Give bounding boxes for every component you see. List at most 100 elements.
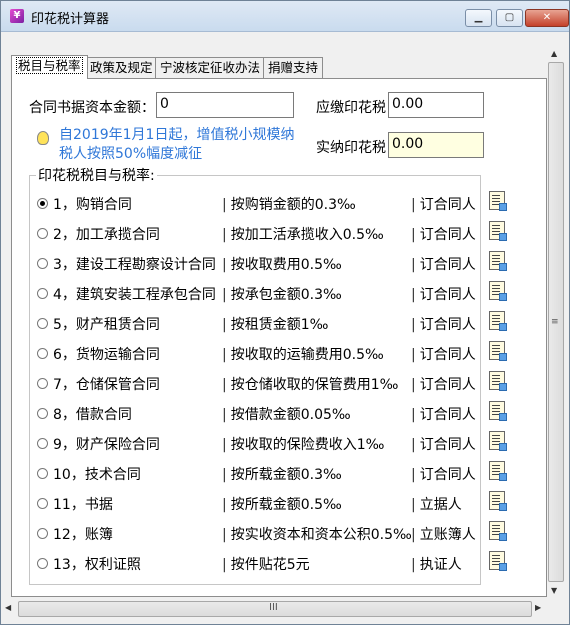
horizontal-scroll-thumb[interactable]: III bbox=[18, 601, 532, 617]
payable-field[interactable]: 0.00 bbox=[388, 92, 484, 118]
document-icon[interactable] bbox=[489, 221, 507, 241]
actual-label: 实纳印花税 bbox=[316, 140, 386, 156]
document-icon[interactable] bbox=[489, 251, 507, 271]
rate-radio[interactable] bbox=[37, 468, 48, 479]
rate-row[interactable]: 3，建设工程勘察设计合同按收取费用0.5‰ 订合同人 bbox=[37, 251, 512, 274]
app-window: ¥ 印花税计算器 ▁ ▢ ✕ 税目与税率 政策及规定 宁波核定征收办法 捐赠支持… bbox=[0, 0, 570, 625]
tab-rates[interactable]: 税目与税率 bbox=[11, 55, 88, 79]
rate-basis: 按加工活承揽收入0.5‰ bbox=[222, 224, 384, 244]
rate-radio[interactable] bbox=[37, 498, 48, 509]
rate-radio[interactable] bbox=[37, 438, 48, 449]
payable-label: 应缴印花税 bbox=[316, 100, 386, 116]
rate-row[interactable]: 6，货物运输合同 按收取的运输费用0.5‰ 订合同人 bbox=[37, 341, 512, 364]
document-icon[interactable] bbox=[489, 191, 507, 211]
scroll-right-arrow[interactable]: ▶ bbox=[535, 603, 541, 612]
taxpayer-party: 订合同人 bbox=[411, 464, 476, 484]
document-icon[interactable] bbox=[489, 491, 507, 511]
rate-radio[interactable] bbox=[37, 558, 48, 569]
rate-row[interactable]: 13，权利证照 按件贴花5元 执证人 bbox=[37, 551, 512, 574]
rate-basis: 按所载金额0.5‰ bbox=[222, 494, 342, 514]
title-bar[interactable]: ¥ 印花税计算器 ▁ ▢ ✕ bbox=[1, 1, 569, 32]
document-icon[interactable] bbox=[489, 461, 507, 481]
grip-icon: III bbox=[269, 602, 278, 613]
rate-basis: 按借款金额0.05‰ bbox=[222, 404, 351, 424]
tab-ningbo-method[interactable]: 宁波核定征收办法 bbox=[155, 57, 266, 78]
rate-radio[interactable] bbox=[37, 378, 48, 389]
rate-item-name: 2，加工承揽合同 bbox=[53, 227, 160, 243]
rate-basis: 按所载金额0.3‰ bbox=[222, 464, 342, 484]
rate-item-name: 7，仓储保管合同 bbox=[53, 377, 160, 393]
scroll-left-arrow[interactable]: ◀ bbox=[5, 603, 11, 612]
grip-icon: ≡ bbox=[551, 317, 559, 327]
rate-item-name: 1，购销合同 bbox=[53, 197, 132, 213]
taxpayer-party: 订合同人 bbox=[411, 404, 476, 424]
window-title: 印花税计算器 bbox=[31, 12, 110, 27]
taxpayer-party: 订合同人 bbox=[411, 434, 476, 454]
taxpayer-party: 订合同人 bbox=[411, 284, 476, 304]
rate-row[interactable]: 8，借款合同 按借款金额0.05‰ 订合同人 bbox=[37, 401, 512, 424]
taxpayer-party: 订合同人 bbox=[411, 344, 476, 364]
rate-basis: 按实收资本和资本公积0.5‰ bbox=[222, 524, 412, 544]
rate-item-name: 3，建设工程勘察设计合同 bbox=[53, 257, 216, 273]
document-icon[interactable] bbox=[489, 341, 507, 361]
document-icon[interactable] bbox=[489, 371, 507, 391]
rate-item-name: 9，财产保险合同 bbox=[53, 437, 160, 453]
minimize-button[interactable]: ▁ bbox=[465, 9, 492, 27]
rates-legend: 印花税税目与税率: bbox=[38, 168, 155, 184]
taxpayer-party: 订合同人 bbox=[411, 194, 476, 214]
rate-item-name: 12，账簿 bbox=[53, 527, 113, 543]
rate-basis: 按收取的保险费收入1‰ bbox=[222, 434, 385, 454]
rate-basis: 按件贴花5元 bbox=[222, 554, 310, 574]
rate-item-name: 11，书据 bbox=[53, 497, 113, 513]
rate-radio[interactable] bbox=[37, 528, 48, 539]
rate-row[interactable]: 5，财产租赁合同 按租赁金额1‰ 订合同人 bbox=[37, 311, 512, 334]
horizontal-scrollbar[interactable]: ◀ III ▶ bbox=[1, 600, 547, 617]
amount-input[interactable]: 0 bbox=[156, 92, 294, 118]
rate-basis: 按仓储收取的保管费用1‰ bbox=[222, 374, 399, 394]
document-icon[interactable] bbox=[489, 431, 507, 451]
rate-item-name: 13，权利证照 bbox=[53, 557, 141, 573]
taxpayer-party: 订合同人 bbox=[411, 254, 476, 274]
rate-row[interactable]: 1，购销合同 按购销金额的0.3‰ 订合同人 bbox=[37, 191, 512, 214]
rate-radio[interactable] bbox=[37, 348, 48, 359]
document-icon[interactable] bbox=[489, 401, 507, 421]
rate-radio[interactable] bbox=[37, 258, 48, 269]
rate-row[interactable]: 11，书据 按所载金额0.5‰ 立据人 bbox=[37, 491, 512, 514]
rate-item-name: 6，货物运输合同 bbox=[53, 347, 160, 363]
rate-item-name: 8，借款合同 bbox=[53, 407, 132, 423]
rate-row[interactable]: 4，建筑安装工程承包合同按承包金额0.3‰ 订合同人 bbox=[37, 281, 512, 304]
scroll-up-arrow[interactable]: ▲ bbox=[551, 49, 557, 58]
maximize-button[interactable]: ▢ bbox=[496, 9, 523, 27]
rate-radio[interactable] bbox=[37, 228, 48, 239]
taxpayer-party: 订合同人 bbox=[411, 314, 476, 334]
scroll-down-arrow[interactable]: ▼ bbox=[551, 586, 557, 595]
document-icon[interactable] bbox=[489, 521, 507, 541]
rate-radio[interactable] bbox=[37, 198, 48, 209]
notice-text: 自2019年1月1日起，增值税小规模纳税人按照50%幅度减征 bbox=[59, 127, 295, 162]
document-icon[interactable] bbox=[489, 281, 507, 301]
rate-radio[interactable] bbox=[37, 288, 48, 299]
lightbulb-icon bbox=[37, 131, 49, 145]
close-button[interactable]: ✕ bbox=[525, 9, 569, 27]
tab-donate[interactable]: 捐赠支持 bbox=[263, 57, 324, 78]
actual-field[interactable]: 0.00 bbox=[388, 132, 484, 158]
taxpayer-party: 执证人 bbox=[411, 554, 462, 574]
document-icon[interactable] bbox=[489, 551, 507, 571]
document-icon[interactable] bbox=[489, 311, 507, 331]
rate-row[interactable]: 10，技术合同 按所载金额0.3‰ 订合同人 bbox=[37, 461, 512, 484]
rate-row[interactable]: 9，财产保险合同 按收取的保险费收入1‰ 订合同人 bbox=[37, 431, 512, 454]
amount-label: 合同书据资本金额： bbox=[29, 100, 155, 116]
rate-radio[interactable] bbox=[37, 408, 48, 419]
rate-basis: 按承包金额0.3‰ bbox=[222, 284, 342, 304]
vertical-scroll-thumb[interactable]: ≡ bbox=[548, 62, 564, 582]
rate-row[interactable]: 2，加工承揽合同 按加工活承揽收入0.5‰ 订合同人 bbox=[37, 221, 512, 244]
taxpayer-party: 订合同人 bbox=[411, 374, 476, 394]
rate-row[interactable]: 7，仓储保管合同 按仓储收取的保管费用1‰ 订合同人 bbox=[37, 371, 512, 394]
rate-row[interactable]: 12，账簿 按实收资本和资本公积0.5‰立账簿人 bbox=[37, 521, 512, 544]
tab-policy[interactable]: 政策及规定 bbox=[85, 57, 158, 78]
rate-radio[interactable] bbox=[37, 318, 48, 329]
rate-basis: 按购销金额的0.3‰ bbox=[222, 194, 356, 214]
taxpayer-party: 立据人 bbox=[411, 494, 462, 514]
app-icon: ¥ bbox=[10, 9, 24, 23]
vertical-scrollbar[interactable]: ▲ ≡ ▼ bbox=[547, 45, 564, 600]
